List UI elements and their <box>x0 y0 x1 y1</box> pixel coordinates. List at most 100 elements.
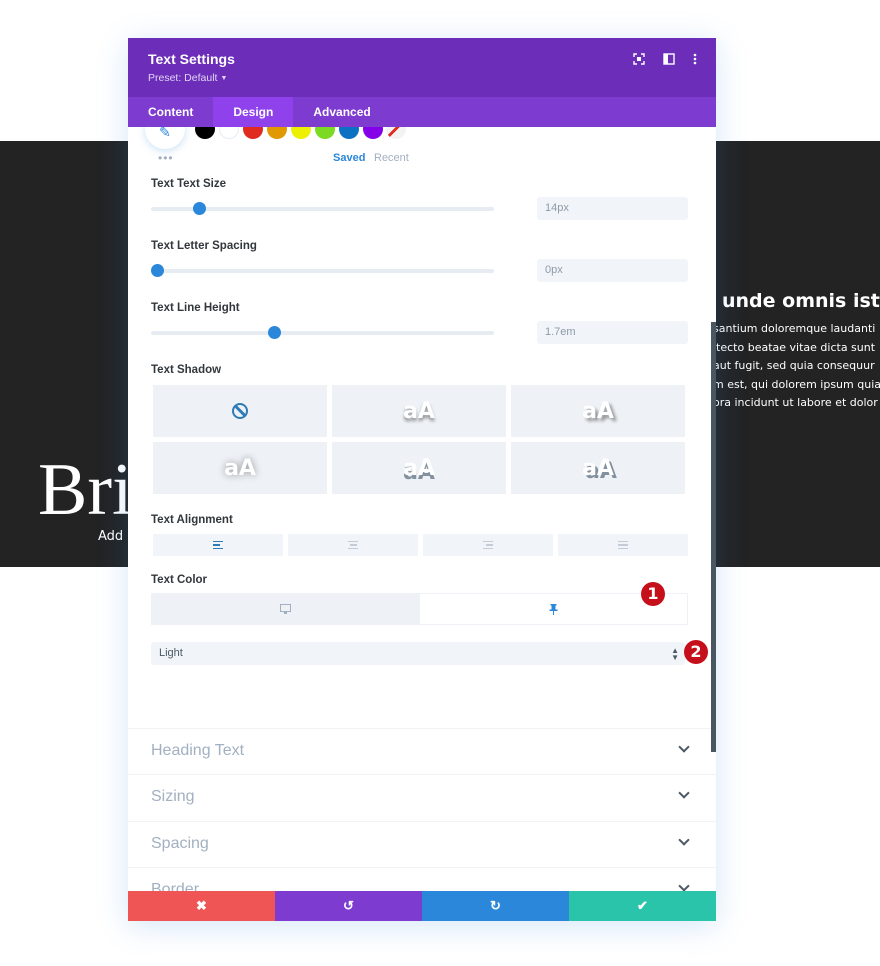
paragraph-line: itecto beatae vitae dicta sunt <box>713 340 876 354</box>
paragraph-line: santium doloremque laudanti <box>713 322 876 335</box>
modal-footer: ✖ ↺ ↻ ✔ <box>128 891 716 921</box>
shadow-option-bottom-right[interactable]: aA <box>511 385 685 437</box>
preset-dropdown[interactable]: Preset: Default ▼ <box>148 72 227 84</box>
modal-title: Text Settings <box>148 51 235 67</box>
section-heading-text[interactable]: Heading Text <box>128 728 716 774</box>
align-left-button[interactable] <box>153 534 283 556</box>
color-swatch[interactable] <box>243 127 263 139</box>
paragraph-line: aut fugit, sed quia consequur <box>713 359 875 372</box>
no-shadow-icon <box>232 403 248 419</box>
text-color-label: Text Color <box>151 574 208 586</box>
align-right-button[interactable] <box>423 534 553 556</box>
color-swatch[interactable] <box>363 127 383 139</box>
color-swatch[interactable] <box>219 127 239 139</box>
align-justify-button[interactable] <box>558 534 688 556</box>
annotation-badge-1: 1 <box>641 582 665 606</box>
text-size-slider-handle[interactable] <box>193 202 207 215</box>
section-title: Spacing <box>151 835 209 852</box>
pin-icon <box>549 603 558 615</box>
section-spacing[interactable]: Spacing <box>128 821 716 867</box>
background-heading: unde omnis iste <box>722 290 880 312</box>
background-subtitle: Add <box>98 529 124 544</box>
clear-color-swatch[interactable] <box>386 127 406 139</box>
text-shadow-label: Text Shadow <box>151 364 222 376</box>
section-title: Heading Text <box>151 742 245 759</box>
saved-colors-tab[interactable]: Saved <box>333 152 365 164</box>
select-arrows-icon: ▲ ▼ <box>671 646 679 662</box>
annotation-badge-2: 2 <box>684 640 708 664</box>
text-alignment-label: Text Alignment <box>151 514 233 526</box>
letter-spacing-slider[interactable] <box>150 264 494 277</box>
text-size-label: Text Text Size <box>151 178 226 190</box>
text-shadow-options: aA aA aA aA aA <box>153 385 685 494</box>
text-alignment-options <box>153 534 688 556</box>
save-button[interactable]: ✔ <box>569 891 716 921</box>
modal-tabs: Content Design Advanced <box>128 97 716 127</box>
color-swatch[interactable] <box>315 127 335 139</box>
more-colors-icon[interactable]: ••• <box>158 151 174 165</box>
section-title: Border <box>151 881 200 891</box>
redo-icon: ↻ <box>490 898 501 913</box>
line-height-label: Text Line Height <box>151 302 240 314</box>
text-color-select[interactable]: Light ▲ ▼ <box>151 642 685 665</box>
caret-down-icon: ▼ <box>220 74 228 82</box>
letter-spacing-label: Text Letter Spacing <box>151 240 257 252</box>
undo-button[interactable]: ↺ <box>275 891 422 921</box>
redo-button[interactable]: ↻ <box>422 891 569 921</box>
shadow-option-glow[interactable]: aA <box>153 442 327 494</box>
section-title: Sizing <box>151 788 195 805</box>
shadow-option-none[interactable] <box>153 385 327 437</box>
letter-spacing-input[interactable] <box>537 259 688 282</box>
more-options-icon[interactable] <box>688 53 702 67</box>
background-title: Bri <box>38 449 133 531</box>
desktop-mode-button[interactable] <box>152 594 420 624</box>
tab-content[interactable]: Content <box>128 97 213 127</box>
shadow-option-hard-bottom-right[interactable]: aA <box>511 442 685 494</box>
line-height-input[interactable] <box>537 321 688 344</box>
chevron-down-icon <box>678 880 690 891</box>
fullscreen-icon[interactable] <box>632 53 646 67</box>
text-settings-modal: Text Settings Preset: Default ▼ Content D… <box>128 38 716 921</box>
paragraph-line: ora incidunt ut labore et dolor <box>713 396 878 409</box>
section-sizing[interactable]: Sizing <box>128 774 716 820</box>
chevron-down-icon <box>678 834 690 846</box>
shadow-option-bottom[interactable]: aA <box>332 385 506 437</box>
paragraph-line: m est, qui dolorem ipsum quia <box>713 377 880 391</box>
color-palette: ✎ ••• Saved Recent <box>128 127 716 172</box>
close-icon: ✖ <box>196 898 207 913</box>
text-color-mode-toggle <box>151 593 688 625</box>
color-swatch[interactable] <box>195 127 215 139</box>
line-height-slider[interactable] <box>151 326 494 339</box>
text-size-input[interactable] <box>537 197 688 220</box>
color-swatch[interactable] <box>267 127 287 139</box>
color-picker-button[interactable]: ✎ <box>145 127 185 149</box>
color-swatch[interactable] <box>339 127 359 139</box>
pencil-icon: ✎ <box>159 127 171 140</box>
line-height-slider-handle[interactable] <box>268 326 282 339</box>
align-center-icon <box>348 540 358 550</box>
section-border[interactable]: Border <box>128 867 716 891</box>
align-right-icon <box>483 540 493 550</box>
align-center-button[interactable] <box>288 534 418 556</box>
check-icon: ✔ <box>637 898 648 913</box>
text-color-select-value: Light <box>159 647 183 659</box>
modal-scrollbar[interactable] <box>711 322 716 752</box>
chevron-down-icon <box>678 741 690 753</box>
align-justify-icon <box>618 540 628 550</box>
preset-label: Preset: Default <box>148 72 218 84</box>
background-paragraph: santium doloremque laudanti itecto beata… <box>713 320 880 413</box>
undo-icon: ↺ <box>343 898 354 913</box>
split-view-icon[interactable] <box>662 53 676 67</box>
letter-spacing-slider-handle[interactable] <box>150 264 164 277</box>
cancel-button[interactable]: ✖ <box>128 891 275 921</box>
desktop-icon <box>280 603 292 614</box>
shadow-option-hard-bottom[interactable]: aA <box>332 442 506 494</box>
align-left-icon <box>213 540 223 550</box>
modal-header: Text Settings Preset: Default ▼ <box>128 38 716 97</box>
modal-body: ✎ ••• Saved Recent Text Text Size Text L… <box>128 127 716 891</box>
recent-colors-tab[interactable]: Recent <box>374 152 409 164</box>
color-swatch[interactable] <box>291 127 311 139</box>
tab-design[interactable]: Design <box>213 97 294 127</box>
text-size-slider[interactable] <box>151 202 494 215</box>
tab-advanced[interactable]: Advanced <box>293 97 390 127</box>
